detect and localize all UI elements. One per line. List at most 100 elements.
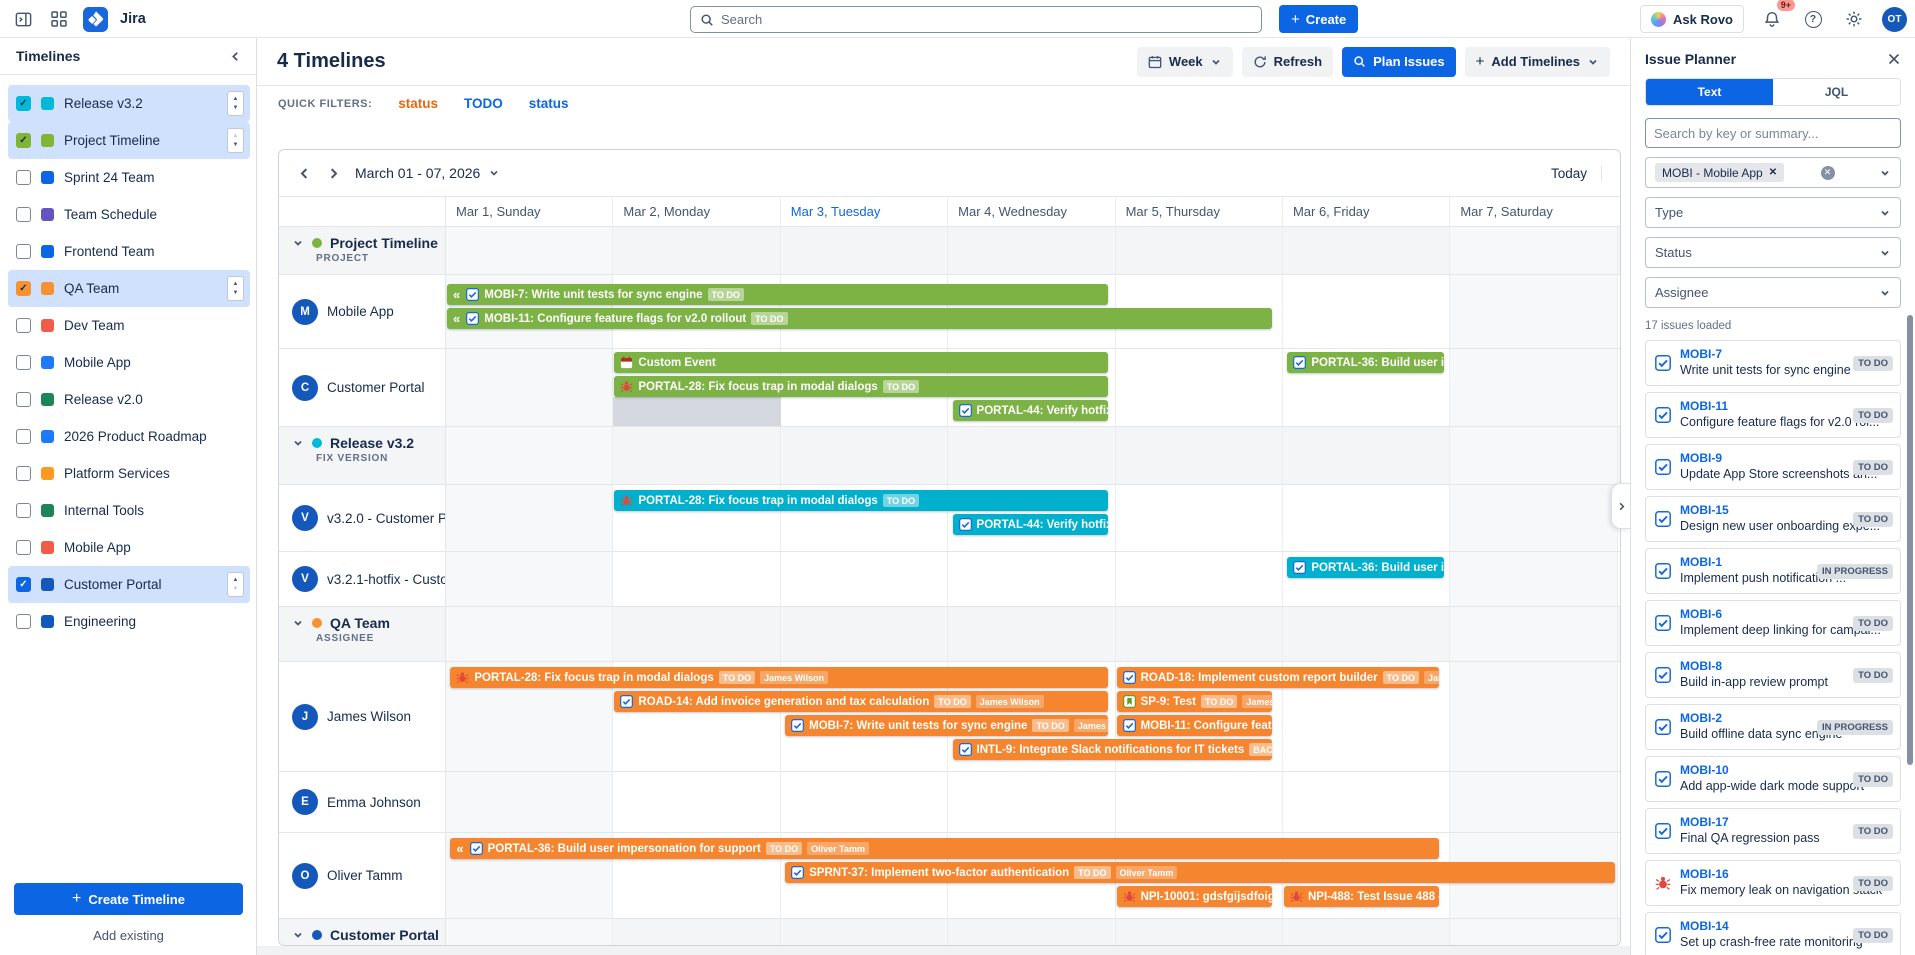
issue-bar-intl-9[interactable]: INTL-9: Integrate Slack notifications fo… (953, 739, 1272, 760)
issue-bar-portal-36[interactable]: PORTAL-36: Build user imper (1287, 352, 1444, 373)
day-cell[interactable] (1450, 919, 1617, 946)
issue-card-mobi-1[interactable]: MOBI-1Implement push notification ...IN … (1645, 548, 1901, 594)
day-cell[interactable] (948, 772, 1115, 832)
issue-bar-portal-28[interactable]: PORTAL-28: Fix focus trap in modal dialo… (614, 490, 1107, 511)
chevron-down-icon[interactable] (292, 617, 304, 629)
horizontal-scrollbar-track[interactable] (257, 946, 1630, 955)
issue-bar-mobi-11[interactable]: MOBI-11: Configure feature fl (1117, 715, 1272, 736)
day-cell[interactable] (1450, 427, 1617, 484)
issue-card-mobi-7[interactable]: MOBI-7Write unit tests for sync engineTO… (1645, 340, 1901, 386)
timeline-checkbox[interactable] (16, 429, 31, 444)
day-cell[interactable] (948, 427, 1115, 484)
move-up-icon[interactable]: ▲ (233, 95, 239, 103)
reorder-handle[interactable]: ▲▼ (227, 91, 244, 116)
project-chip[interactable]: MOBI - Mobile App ✕ (1655, 163, 1784, 182)
day-cell[interactable] (1116, 227, 1283, 274)
planner-search-input[interactable]: Search by key or summary... (1645, 118, 1901, 148)
chevron-down-icon[interactable] (292, 929, 304, 941)
sidebar-item-release-v2-0[interactable]: Release v2.0 (8, 381, 250, 418)
timeline-checkbox[interactable]: ✓ (16, 133, 31, 148)
day-cell[interactable] (1116, 772, 1283, 832)
day-cell[interactable] (1450, 662, 1617, 771)
refresh-button[interactable]: Refresh (1242, 47, 1333, 77)
add-timelines-button[interactable]: + Add Timelines (1465, 47, 1610, 77)
day-cell[interactable] (1116, 427, 1283, 484)
timeline-checkbox[interactable] (16, 503, 31, 518)
day-cell[interactable] (1116, 552, 1283, 606)
issue-card-mobi-15[interactable]: MOBI-15Design new user onboarding expe..… (1645, 496, 1901, 542)
day-cell[interactable] (1450, 772, 1617, 832)
day-cell[interactable] (781, 772, 948, 832)
issue-bar-portal-44[interactable]: PORTAL-44: Verify hotfix in s (953, 400, 1108, 421)
timeline-checkbox[interactable] (16, 355, 31, 370)
day-cell[interactable] (613, 552, 780, 606)
global-search-input[interactable]: Search (690, 6, 1262, 33)
reorder-handle[interactable]: ▲▼ (227, 128, 244, 153)
issue-bar-mobi-11[interactable]: «MOBI-11: Configure feature flags for v2… (447, 308, 1272, 329)
sidebar-item-qa-team[interactable]: ✓QA Team▲▼ (8, 270, 250, 307)
jira-logo[interactable] (82, 6, 108, 32)
sidebar-item-mobile-app[interactable]: Mobile App (8, 344, 250, 381)
move-down-icon[interactable]: ▼ (233, 585, 239, 593)
move-up-icon[interactable]: ▲ (233, 132, 239, 140)
day-cell[interactable] (781, 427, 948, 484)
sidebar-item-frontend-team[interactable]: Frontend Team (8, 233, 250, 270)
next-week-button[interactable] (326, 166, 341, 181)
close-icon[interactable] (1887, 52, 1901, 66)
assignee-filter-select[interactable]: Assignee (1645, 277, 1901, 308)
day-cell[interactable] (948, 227, 1115, 274)
day-cell[interactable] (1283, 607, 1450, 661)
day-cell[interactable] (1450, 607, 1617, 661)
timeline-checkbox[interactable] (16, 244, 31, 259)
day-cell[interactable] (446, 485, 613, 551)
day-cell[interactable] (1283, 275, 1450, 348)
sidebar-item-mobile-app[interactable]: Mobile App (8, 529, 250, 566)
day-cell[interactable] (948, 607, 1115, 661)
day-cell[interactable] (613, 772, 780, 832)
quick-filter-status[interactable]: status (529, 96, 569, 111)
sidebar-item-2026-product-roadmap[interactable]: 2026 Product Roadmap (8, 418, 250, 455)
issue-bar-portal-36[interactable]: PORTAL-36: Build user imper (1287, 557, 1444, 578)
group-header-customer-portal[interactable]: Customer Portal (279, 919, 1620, 946)
issue-card-mobi-9[interactable]: MOBI-9Update App Store screenshots an...… (1645, 444, 1901, 490)
day-cell[interactable] (613, 919, 780, 946)
panel-expander-tab[interactable] (1611, 483, 1630, 529)
group-header-project-timeline[interactable]: Project TimelinePROJECT (279, 227, 1620, 275)
day-cell[interactable] (948, 919, 1115, 946)
timeline-checkbox[interactable] (16, 392, 31, 407)
day-cell[interactable] (1450, 552, 1617, 606)
quick-filter-todo[interactable]: TODO (464, 96, 503, 111)
day-cell[interactable] (1450, 485, 1617, 551)
issue-card-mobi-8[interactable]: MOBI-8Build in-app review promptTO DO (1645, 652, 1901, 698)
today-button[interactable]: Today (1551, 166, 1602, 181)
collapse-panel-icon[interactable] (229, 50, 242, 63)
day-cell[interactable] (1450, 349, 1617, 426)
vertical-scrollbar-thumb[interactable] (1907, 315, 1913, 765)
timeline-checkbox[interactable] (16, 540, 31, 555)
issue-card-mobi-16[interactable]: MOBI-16Fix memory leak on navigation sta… (1645, 860, 1901, 906)
day-cell[interactable] (446, 349, 613, 426)
issue-card-mobi-14[interactable]: MOBI-14Set up crash-free rate monitoring… (1645, 912, 1901, 955)
issue-bar-mobi-7[interactable]: MOBI-7: Write unit tests for sync engine… (785, 715, 1107, 736)
quick-filter-status[interactable]: status (398, 96, 438, 111)
issue-bar-road-18[interactable]: ROAD-18: Implement custom report builder… (1117, 667, 1439, 688)
issue-bar-portal-44[interactable]: PORTAL-44: Verify hotfix in s (953, 514, 1108, 535)
reorder-handle[interactable]: ▲▼ (227, 572, 244, 597)
chevron-down-icon[interactable] (292, 437, 304, 449)
sidebar-item-internal-tools[interactable]: Internal Tools (8, 492, 250, 529)
day-cell[interactable] (613, 427, 780, 484)
user-avatar[interactable]: OT (1882, 7, 1907, 32)
sidebar-item-dev-team[interactable]: Dev Team (8, 307, 250, 344)
ask-rovo-button[interactable]: Ask Rovo (1640, 5, 1744, 33)
day-cell[interactable] (948, 552, 1115, 606)
notifications-button[interactable]: 9+ (1759, 6, 1785, 32)
sidebar-item-platform-services[interactable]: Platform Services (8, 455, 250, 492)
move-down-icon[interactable]: ▼ (233, 289, 239, 297)
issue-card-mobi-6[interactable]: MOBI-6Implement deep linking for campai.… (1645, 600, 1901, 646)
issue-card-mobi-17[interactable]: MOBI-17Final QA regression passTO DO (1645, 808, 1901, 854)
issue-bar-npi-488[interactable]: NPI-488: Test Issue 488 - Au (1284, 886, 1439, 907)
planner-tab-text[interactable]: Text (1646, 79, 1773, 105)
day-cell[interactable] (613, 227, 780, 274)
timeline-checkbox[interactable] (16, 207, 31, 222)
move-down-icon[interactable]: ▼ (233, 141, 239, 149)
